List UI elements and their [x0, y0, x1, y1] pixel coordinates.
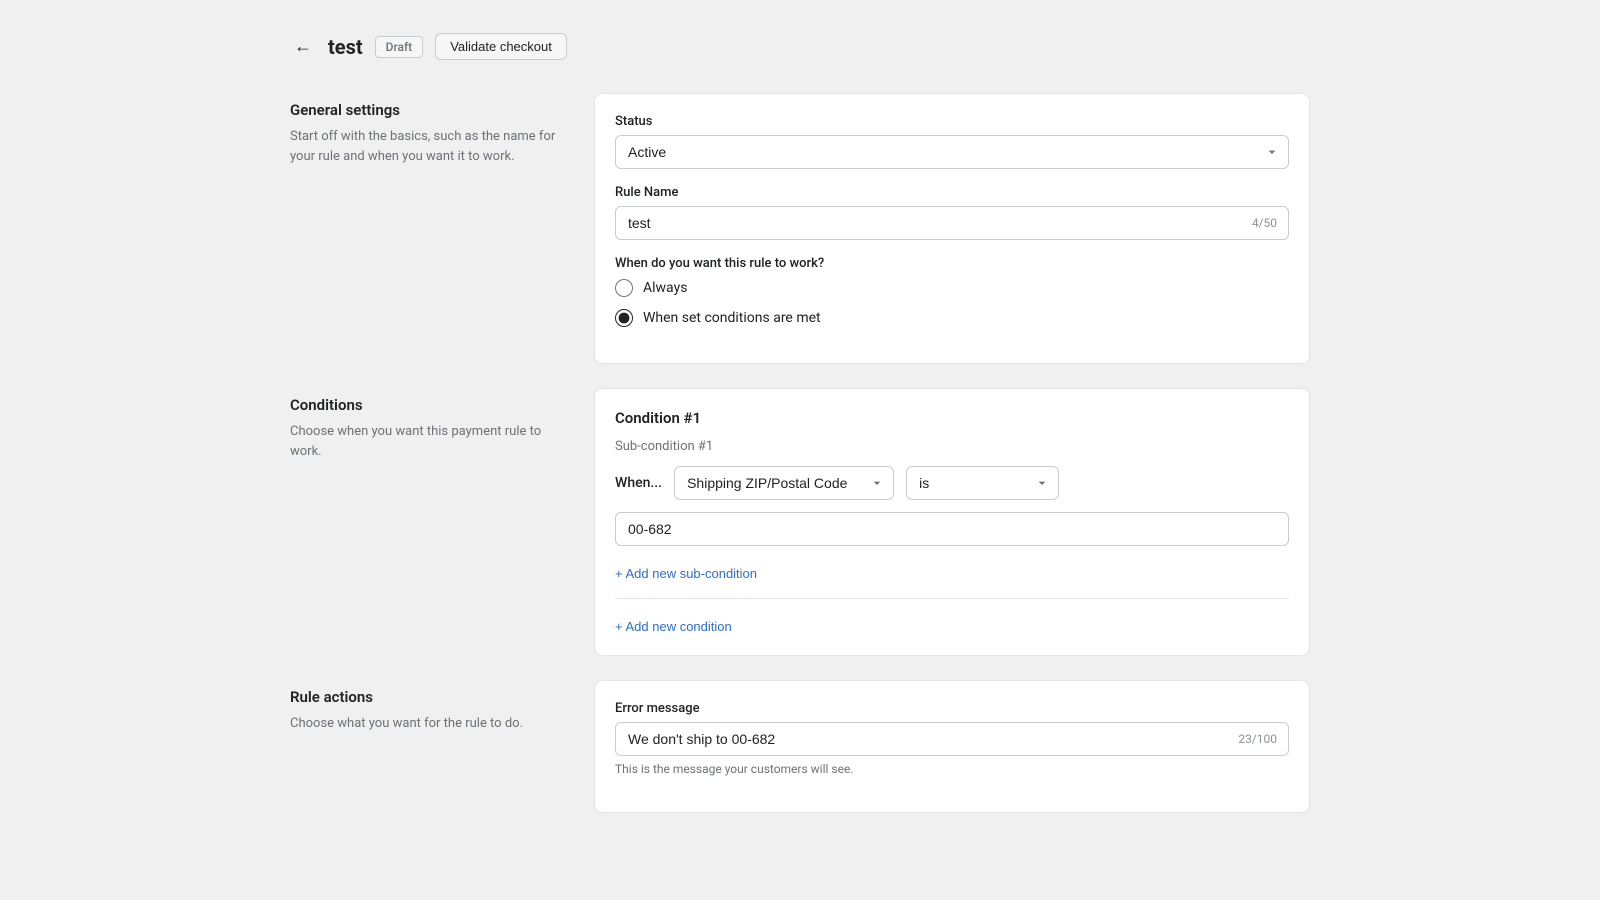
rule-name-group: Rule Name 4/50	[615, 185, 1289, 240]
when-label: When...	[615, 475, 662, 491]
error-message-char-count: 23/100	[1238, 732, 1277, 746]
error-message-label: Error message	[615, 701, 1289, 716]
add-sub-condition-wrapper: + Add new sub-condition	[615, 562, 1289, 582]
rule-name-label: Rule Name	[615, 185, 1289, 200]
radio-conditions-input[interactable]	[615, 309, 633, 327]
radio-always-item[interactable]: Always	[615, 279, 1289, 297]
conditions-title: Conditions	[290, 396, 570, 414]
general-settings-card: Status Active Inactive Rule Name 4/50 Wh…	[594, 93, 1310, 364]
condition-operator-select[interactable]: is is not contains does not contain	[906, 466, 1059, 500]
error-message-helper-text: This is the message your customers will …	[615, 762, 1289, 776]
sub-condition-label: Sub-condition #1	[615, 439, 1289, 454]
conditions-section: Conditions Choose when you want this pay…	[290, 388, 1310, 656]
rule-name-char-count: 4/50	[1252, 216, 1277, 230]
page-title: test	[328, 35, 363, 59]
general-settings-title: General settings	[290, 101, 570, 119]
condition-value-input[interactable]	[615, 512, 1289, 546]
general-settings-description: General settings Start off with the basi…	[290, 93, 570, 364]
rule-actions-section: Rule actions Choose what you want for th…	[290, 680, 1310, 813]
rule-actions-card: Error message 23/100 This is the message…	[594, 680, 1310, 813]
validate-checkout-button[interactable]: Validate checkout	[435, 33, 567, 60]
back-button[interactable]: ←	[290, 32, 316, 61]
conditions-card: Condition #1 Sub-condition #1 When... Sh…	[594, 388, 1310, 656]
draft-badge: Draft	[375, 36, 424, 58]
status-select[interactable]: Active Inactive	[615, 135, 1289, 169]
radio-always-input[interactable]	[615, 279, 633, 297]
radio-always-label: Always	[643, 280, 687, 296]
condition-row: When... Shipping ZIP/Postal Code Billing…	[615, 466, 1289, 500]
rule-actions-title: Rule actions	[290, 688, 570, 706]
error-message-group: Error message 23/100 This is the message…	[615, 701, 1289, 776]
status-label: Status	[615, 114, 1289, 129]
status-group: Status Active Inactive	[615, 114, 1289, 169]
add-condition-button[interactable]: + Add new condition	[615, 619, 732, 634]
rule-actions-description: Rule actions Choose what you want for th…	[290, 680, 570, 813]
error-message-input-wrapper: 23/100	[615, 722, 1289, 756]
condition-field-select[interactable]: Shipping ZIP/Postal Code Billing ZIP/Pos…	[674, 466, 894, 500]
general-settings-section: General settings Start off with the basi…	[290, 93, 1310, 364]
rule-name-input-wrapper: 4/50	[615, 206, 1289, 240]
conditions-description: Conditions Choose when you want this pay…	[290, 388, 570, 656]
rule-name-input[interactable]	[615, 206, 1289, 240]
page-header: ← test Draft Validate checkout	[290, 32, 1310, 61]
conditions-text: Choose when you want this payment rule t…	[290, 422, 570, 461]
condition-title: Condition #1	[615, 409, 1289, 427]
general-settings-text: Start off with the basics, such as the n…	[290, 127, 570, 166]
error-message-input[interactable]	[615, 722, 1289, 756]
rule-actions-text: Choose what you want for the rule to do.	[290, 714, 570, 734]
when-rule-group: When do you want this rule to work? Alwa…	[615, 256, 1289, 327]
radio-group: Always When set conditions are met	[615, 279, 1289, 327]
radio-conditions-item[interactable]: When set conditions are met	[615, 309, 1289, 327]
when-rule-label: When do you want this rule to work?	[615, 256, 1289, 271]
add-condition-wrapper: + Add new condition	[615, 615, 1289, 635]
condition-value-group	[615, 512, 1289, 546]
conditions-divider	[615, 598, 1289, 599]
radio-conditions-label: When set conditions are met	[643, 310, 821, 326]
add-sub-condition-button[interactable]: + Add new sub-condition	[615, 566, 757, 581]
page-container: ← test Draft Validate checkout General s…	[250, 0, 1350, 869]
